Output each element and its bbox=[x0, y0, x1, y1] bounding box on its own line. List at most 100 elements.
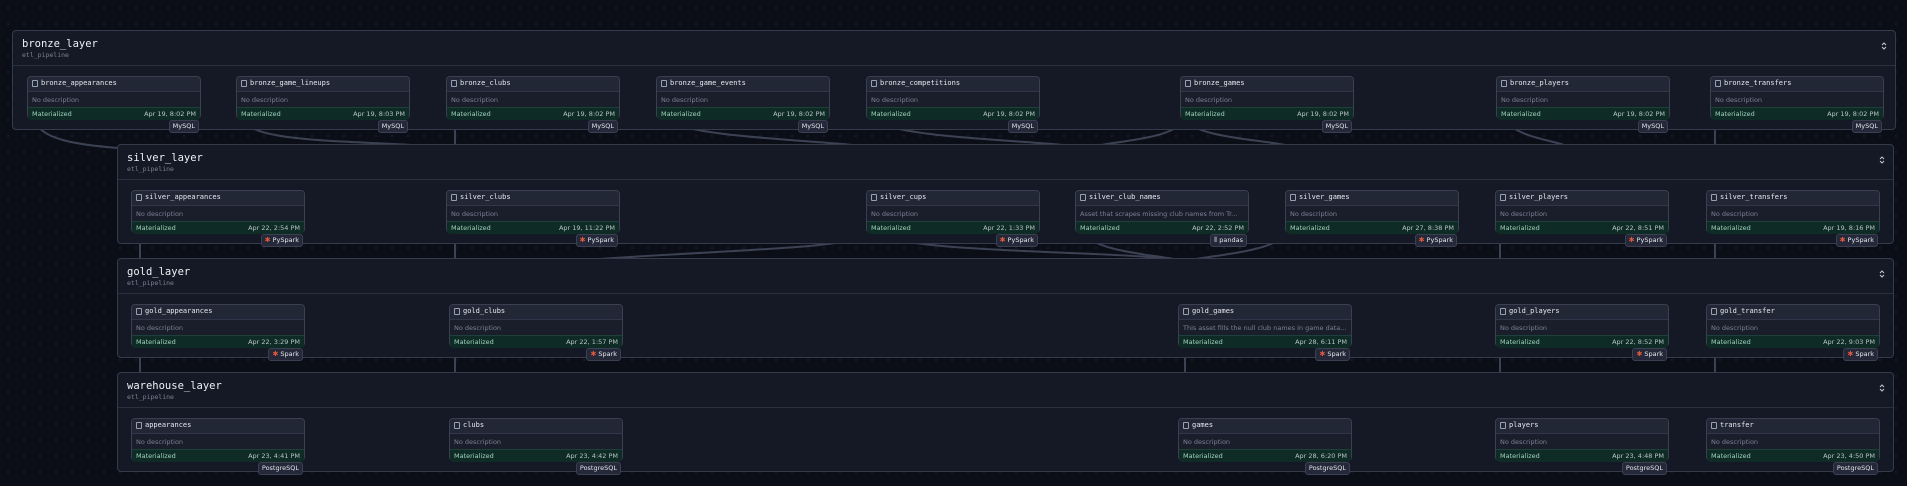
asset-name: players bbox=[1509, 421, 1539, 429]
materialized-timestamp[interactable]: Apr 22, 1:33 PM bbox=[983, 224, 1035, 232]
asset-description: No description bbox=[1501, 96, 1549, 104]
materialized-timestamp[interactable]: Apr 28, 6:20 PM bbox=[1295, 452, 1347, 460]
group-title: silver_layer bbox=[127, 152, 203, 164]
asset-description: No description bbox=[871, 210, 919, 218]
materialized-timestamp[interactable]: Apr 22, 9:03 PM bbox=[1823, 338, 1875, 346]
spark-star-icon: ✱ bbox=[590, 350, 597, 358]
asset-description: No description bbox=[451, 210, 499, 218]
asset-node[interactable]: bronze_clubs No description Materialized Ap… bbox=[446, 76, 620, 133]
materialized-timestamp[interactable]: Apr 19, 11:22 PM bbox=[559, 224, 615, 232]
status-label: Materialized bbox=[1080, 224, 1120, 232]
asset-node[interactable]: bronze_game_lineups No description Materia… bbox=[236, 76, 410, 133]
asset-name: silver_games bbox=[1299, 193, 1350, 201]
compute-kind-label: MySQL bbox=[801, 122, 824, 130]
table-icon bbox=[1711, 308, 1717, 315]
materialized-timestamp[interactable]: Apr 23, 4:50 PM bbox=[1823, 452, 1875, 460]
asset-node[interactable]: appearances No description Materialized Apr… bbox=[131, 418, 305, 475]
materialization-status: Materialized Apr 19, 8:16 PM bbox=[1707, 221, 1879, 234]
compute-kind-label: pandas bbox=[1219, 236, 1243, 244]
status-label: Materialized bbox=[32, 110, 72, 118]
chevron-up-down-icon[interactable] bbox=[1879, 41, 1889, 51]
compute-kind-badge: MySQL bbox=[587, 120, 618, 133]
status-label: Materialized bbox=[451, 224, 491, 232]
chevron-up-down-icon[interactable] bbox=[1877, 155, 1887, 165]
asset-node[interactable]: bronze_game_events No description Material… bbox=[656, 76, 830, 133]
asset-name: clubs bbox=[463, 421, 485, 429]
asset-description: No description bbox=[136, 210, 184, 218]
compute-kind-badge: PostgreSQL bbox=[1304, 462, 1350, 475]
materialized-timestamp[interactable]: Apr 19, 8:02 PM bbox=[1613, 110, 1665, 118]
materialized-timestamp[interactable]: Apr 27, 8:38 PM bbox=[1402, 224, 1454, 232]
asset-node[interactable]: silver_players No description Materialized… bbox=[1495, 190, 1669, 247]
asset-node[interactable]: games No description Materialized Apr 28, 6… bbox=[1178, 418, 1352, 475]
asset-node[interactable]: gold_players No description Materialized Ap… bbox=[1495, 304, 1669, 361]
status-label: Materialized bbox=[451, 110, 491, 118]
asset-node[interactable]: players No description Materialized Apr 23,… bbox=[1495, 418, 1669, 475]
compute-kind-label: MySQL bbox=[172, 122, 195, 130]
status-label: Materialized bbox=[136, 224, 176, 232]
status-label: Materialized bbox=[1711, 338, 1751, 346]
asset-node[interactable]: transfer No description Materialized Apr 23… bbox=[1706, 418, 1880, 475]
asset-node[interactable]: bronze_appearances No description Material… bbox=[27, 76, 201, 133]
materialized-timestamp[interactable]: Apr 19, 8:02 PM bbox=[1297, 110, 1349, 118]
asset-node[interactable]: bronze_competitions No description Materia… bbox=[866, 76, 1040, 133]
materialized-timestamp[interactable]: Apr 28, 6:11 PM bbox=[1295, 338, 1347, 346]
asset-name: gold_games bbox=[1192, 307, 1235, 315]
table-icon bbox=[1183, 308, 1189, 315]
chevron-up-down-icon[interactable] bbox=[1877, 269, 1887, 279]
asset-node[interactable]: gold_games This asset fills the null club… bbox=[1178, 304, 1352, 361]
materialized-timestamp[interactable]: Apr 19, 8:02 PM bbox=[144, 110, 196, 118]
asset-node[interactable]: silver_clubs No description Materialized Ap… bbox=[446, 190, 620, 247]
asset-node[interactable]: gold_clubs No description Materialized Apr … bbox=[449, 304, 623, 361]
asset-name: bronze_clubs bbox=[460, 79, 511, 87]
asset-node[interactable]: silver_cups No description Materialized Apr… bbox=[866, 190, 1040, 247]
compute-kind-badge: ✱ Spark bbox=[1632, 348, 1667, 361]
materialized-timestamp[interactable]: Apr 19, 8:02 PM bbox=[983, 110, 1035, 118]
materialized-timestamp[interactable]: Apr 22, 2:54 PM bbox=[248, 224, 300, 232]
materialized-timestamp[interactable]: Apr 19, 8:02 PM bbox=[773, 110, 825, 118]
compute-kind-label: MySQL bbox=[1641, 122, 1664, 130]
materialized-timestamp[interactable]: Apr 19, 8:03 PM bbox=[353, 110, 405, 118]
materialized-timestamp[interactable]: Apr 22, 3:29 PM bbox=[248, 338, 300, 346]
spark-star-icon: ✱ bbox=[1628, 236, 1635, 244]
materialization-status: Materialized Apr 19, 8:02 PM bbox=[28, 107, 200, 120]
asset-node[interactable]: gold_transfer No description Materialized A… bbox=[1706, 304, 1880, 361]
asset-node[interactable]: silver_club_names Asset that scrapes miss… bbox=[1075, 190, 1249, 247]
asset-name: gold_clubs bbox=[463, 307, 506, 315]
asset-node[interactable]: silver_appearances No description Material… bbox=[131, 190, 305, 247]
asset-name: silver_cups bbox=[880, 193, 927, 201]
table-icon bbox=[871, 194, 877, 201]
asset-name: silver_appearances bbox=[145, 193, 221, 201]
asset-node[interactable]: gold_appearances No description Materializ… bbox=[131, 304, 305, 361]
spark-star-icon: ✱ bbox=[1418, 236, 1425, 244]
table-icon bbox=[1080, 194, 1086, 201]
asset-node[interactable]: bronze_players No description Materialized… bbox=[1496, 76, 1670, 133]
materialized-timestamp[interactable]: Apr 23, 4:48 PM bbox=[1612, 452, 1664, 460]
compute-kind-label: PySpark bbox=[1426, 236, 1453, 244]
group-subtitle: etl_pipeline bbox=[22, 51, 69, 59]
materialized-timestamp[interactable]: Apr 19, 8:16 PM bbox=[1823, 224, 1875, 232]
materialized-timestamp[interactable]: Apr 23, 4:41 PM bbox=[248, 452, 300, 460]
asset-node[interactable]: bronze_transfers No description Materializ… bbox=[1710, 76, 1884, 133]
compute-kind-label: MySQL bbox=[1011, 122, 1034, 130]
asset-description: Asset that scrapes missing club names fr… bbox=[1080, 210, 1238, 218]
materialized-timestamp[interactable]: Apr 22, 8:51 PM bbox=[1612, 224, 1664, 232]
chevron-up-down-icon[interactable] bbox=[1877, 383, 1887, 393]
status-label: Materialized bbox=[871, 224, 911, 232]
asset-node[interactable]: clubs No description Materialized Apr 23, 4… bbox=[449, 418, 623, 475]
materialized-timestamp[interactable]: Apr 22, 1:57 PM bbox=[566, 338, 618, 346]
materialized-timestamp[interactable]: Apr 22, 8:52 PM bbox=[1612, 338, 1664, 346]
asset-description: No description bbox=[1290, 210, 1338, 218]
materialized-timestamp[interactable]: Apr 23, 4:42 PM bbox=[566, 452, 618, 460]
materialized-timestamp[interactable]: Apr 19, 8:02 PM bbox=[563, 110, 615, 118]
spark-star-icon: ✱ bbox=[999, 236, 1006, 244]
materialized-timestamp[interactable]: Apr 22, 2:52 PM bbox=[1192, 224, 1244, 232]
asset-node[interactable]: silver_games No description Materialized Ap… bbox=[1285, 190, 1459, 247]
asset-node[interactable]: silver_transfers No description Materializ… bbox=[1706, 190, 1880, 247]
materialized-timestamp[interactable]: Apr 19, 8:02 PM bbox=[1827, 110, 1879, 118]
compute-kind-badge: ✱ PySpark bbox=[1624, 234, 1667, 247]
asset-node[interactable]: bronze_games No description Materialized Ap… bbox=[1180, 76, 1354, 133]
materialization-status: Materialized Apr 19, 8:03 PM bbox=[237, 107, 409, 120]
compute-kind-badge: MySQL bbox=[1007, 120, 1038, 133]
spark-star-icon: ✱ bbox=[1839, 236, 1846, 244]
